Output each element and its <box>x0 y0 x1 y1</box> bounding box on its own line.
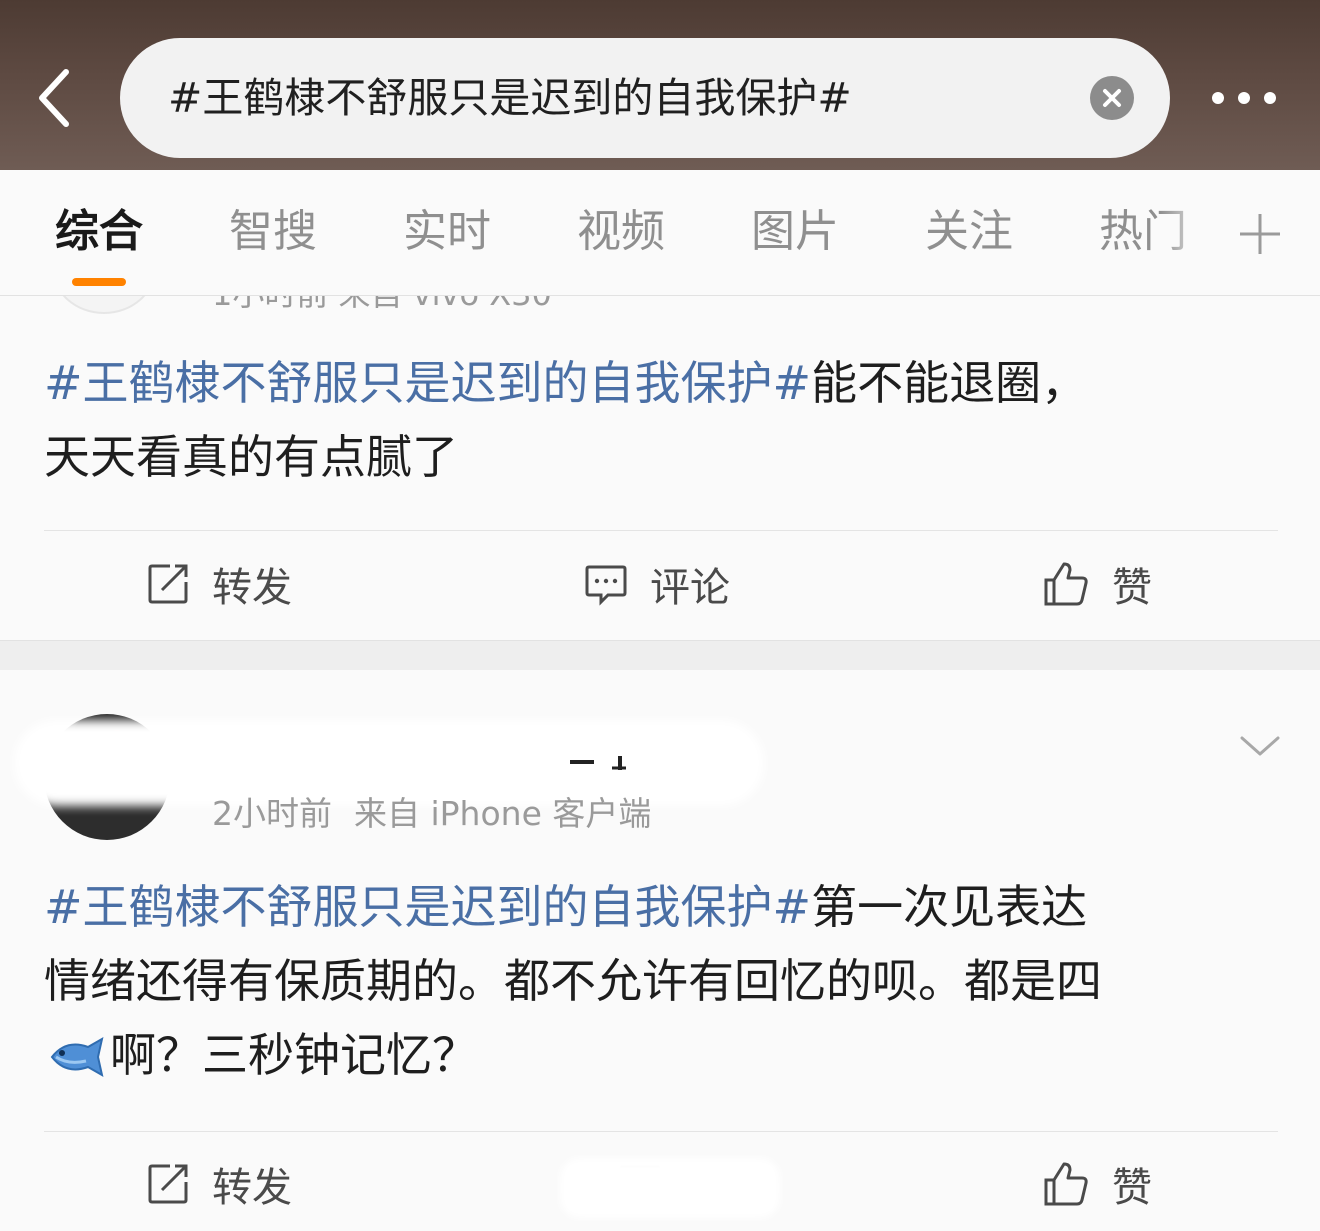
post-menu-button[interactable] <box>1238 732 1282 760</box>
clear-icon <box>1103 89 1121 107</box>
tab-comprehensive[interactable]: 综合 <box>55 202 143 262</box>
clear-search-button[interactable] <box>1090 76 1134 120</box>
like-label: 赞 <box>1112 565 1152 611</box>
post-text-line: 啊？三秒钟记忆？ <box>110 1028 478 1082</box>
like-label: 赞 <box>1112 1165 1152 1211</box>
tab-smart-search[interactable]: 智搜 <box>229 202 317 262</box>
hashtag-link[interactable]: #王鹤棣不舒服只是迟到的自我保护# <box>44 880 811 934</box>
post-text-line: 天天看真的有点腻了 <box>44 430 458 484</box>
post-header-clip: 1小时前 来自 vivo X30 <box>0 296 1320 318</box>
like-button[interactable]: 赞 <box>1042 1154 1152 1214</box>
tab-overflow-fade <box>1160 170 1220 295</box>
comment-icon <box>585 565 627 606</box>
plus-icon <box>1240 214 1280 254</box>
divider <box>44 1131 1278 1132</box>
chevron-down-icon <box>1240 736 1280 756</box>
weibo-search-screen: #王鹤棣不舒服只是迟到的自我保护# 综合 智搜 实时 视频 图片 关注 热门 #… <box>0 0 1320 1231</box>
feed-separator <box>0 640 1320 670</box>
post-text-line: 能不能退圈， <box>811 356 1088 410</box>
more-options-button[interactable] <box>1206 80 1286 120</box>
feed-post[interactable]: 2小时前 来自 iPhone 客户端 #王鹤棣不舒服只是迟到的自我保护#第一次见表… <box>0 670 1320 1231</box>
repost-icon <box>148 564 188 604</box>
thumbs-up-icon <box>1044 562 1088 606</box>
repost-icon <box>148 1164 188 1204</box>
repost-label: 转发 <box>212 565 292 611</box>
post-text-line: 第一次见表达 <box>811 880 1088 934</box>
active-tab-indicator <box>72 278 126 286</box>
like-button[interactable]: 赞 <box>1042 554 1152 614</box>
repost-label: 转发 <box>212 1165 292 1211</box>
tab-pictures[interactable]: 图片 <box>751 202 839 262</box>
repost-button[interactable]: 转发 <box>146 1154 292 1214</box>
post-meta: 2小时前 来自 iPhone 客户端 <box>212 794 651 834</box>
username-redacted <box>540 754 640 774</box>
post-time: 2小时前 <box>212 794 332 833</box>
search-tabs: 综合 智搜 实时 视频 图片 关注 热门 <box>0 170 1320 296</box>
post-source: 来自 iPhone 客户端 <box>354 794 652 833</box>
feed-post[interactable]: 1小时前 来自 vivo X30 #王鹤棣不舒服只是迟到的自我保护#能不能退圈，… <box>0 296 1320 640</box>
search-header: #王鹤棣不舒服只是迟到的自我保护# <box>0 0 1320 170</box>
fish-icon <box>50 1037 104 1077</box>
search-query-text[interactable]: #王鹤棣不舒服只是迟到的自我保护# <box>168 38 852 158</box>
chevron-left-icon <box>39 69 69 127</box>
avatar[interactable] <box>52 296 156 314</box>
back-button[interactable] <box>28 62 88 134</box>
post-content[interactable]: #王鹤棣不舒服只是迟到的自我保护#第一次见表达 情绪还得有保质期的。都不允许有回… <box>44 870 1284 1092</box>
repost-button[interactable]: 转发 <box>146 554 292 614</box>
tab-following[interactable]: 关注 <box>925 202 1013 262</box>
search-input[interactable]: #王鹤棣不舒服只是迟到的自我保护# <box>120 38 1170 158</box>
thumbs-up-icon <box>1044 1162 1088 1206</box>
divider <box>44 530 1278 531</box>
tab-realtime[interactable]: 实时 <box>403 202 491 262</box>
more-dots-icon <box>1212 92 1276 104</box>
comment-button[interactable]: 评论 <box>584 554 730 614</box>
comment-label: 评论 <box>650 565 730 611</box>
post-meta: 1小时前 来自 vivo X30 <box>212 296 552 312</box>
add-tab-button[interactable] <box>1238 212 1282 256</box>
hashtag-link[interactable]: #王鹤棣不舒服只是迟到的自我保护# <box>44 356 811 410</box>
post-text-line: 情绪还得有保质期的。都不允许有回忆的呗。都是四 <box>44 954 1102 1008</box>
redaction-overlay <box>560 1158 780 1218</box>
tab-video[interactable]: 视频 <box>577 202 665 262</box>
post-content[interactable]: #王鹤棣不舒服只是迟到的自我保护#能不能退圈， 天天看真的有点腻了 <box>44 346 1284 494</box>
